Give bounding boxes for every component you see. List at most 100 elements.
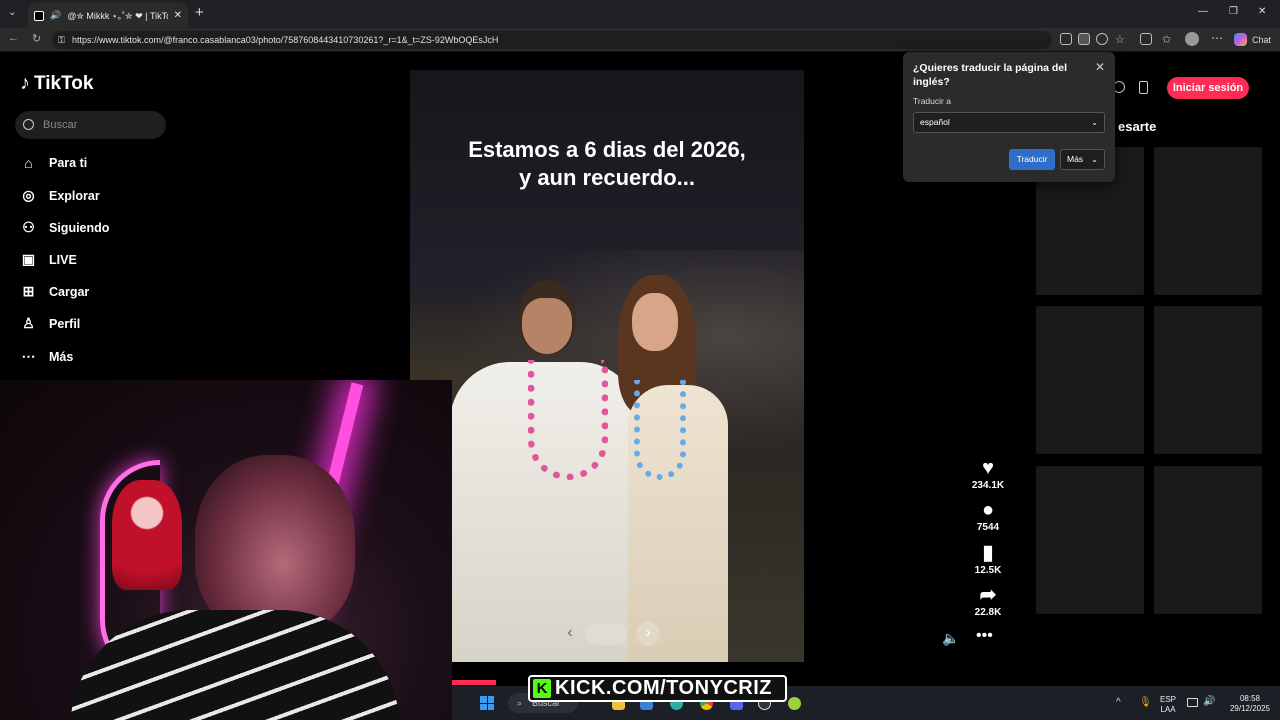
tiktok-logo[interactable]: ♪ TikTok	[20, 72, 93, 95]
logo-text: TikTok	[34, 72, 94, 94]
kick-url: KICK.COM/TONYCRIZ	[555, 677, 773, 699]
volume-icon[interactable]: 🔈	[942, 630, 959, 647]
new-tab-button[interactable]: +	[195, 4, 204, 21]
tray-chevron-icon[interactable]: ^	[1116, 697, 1121, 708]
clock[interactable]: 08:58 29/12/2025	[1226, 694, 1274, 714]
bookmark-count: 12.5K	[974, 565, 1002, 576]
progress-bar	[452, 680, 496, 685]
language-value: español	[920, 117, 950, 127]
search-placeholder: Buscar	[43, 119, 78, 131]
refresh-icon[interactable]: ↻	[32, 32, 41, 45]
comment-button[interactable]: ● 7544	[966, 500, 1010, 533]
more-options-icon[interactable]: •••	[976, 627, 993, 645]
mic-icon[interactable]: 🎙	[1139, 697, 1152, 708]
heart-icon: ♥	[982, 457, 994, 479]
more-icon: ⋯	[21, 348, 36, 364]
close-icon[interactable]: ✕	[1095, 60, 1105, 74]
flower-lei	[528, 360, 608, 480]
language-select[interactable]: español ⌄	[913, 112, 1105, 133]
nav-item-perfil[interactable]: ♙ Perfil	[20, 315, 80, 332]
speaker-icon[interactable]: 🔊	[50, 10, 61, 21]
zoom-icon[interactable]	[1096, 33, 1108, 45]
nav-item-mas[interactable]: ⋯ Más	[20, 348, 74, 365]
flower-lei	[634, 380, 686, 480]
site-info-icon[interactable]: ⚿	[58, 31, 65, 49]
input-language[interactable]: ESP LAA	[1160, 695, 1176, 715]
lang-line-1: ESP	[1160, 695, 1177, 704]
translate-button[interactable]: Traducir	[1009, 149, 1055, 170]
favorite-star-icon[interactable]: ☆	[1115, 33, 1125, 46]
more-label: Más	[1067, 154, 1084, 164]
minimize-button[interactable]: —	[1198, 6, 1208, 17]
nav-item-siguiendo[interactable]: ⚇ Siguiendo	[20, 219, 109, 236]
browser-tab[interactable]: 🔊 @✮ Mikkk ⋆｡˚✮ ❤ | TikTok ✕	[28, 3, 188, 28]
photo-caption: Estamos a 6 dias del 2026, y aun recuerd…	[410, 136, 804, 192]
more-menu-icon[interactable]: ⋯	[1211, 31, 1223, 45]
apps-icon[interactable]	[1060, 33, 1072, 45]
tiktok-favicon-icon	[34, 10, 44, 21]
copilot-icon[interactable]	[1234, 33, 1247, 46]
following-icon: ⚇	[22, 219, 35, 235]
nav-label: Cargar	[49, 284, 90, 299]
tab-list-icon[interactable]: ⌄	[8, 7, 16, 18]
url-field[interactable]: ⚿ https://www.tiktok.com/@franco.casabla…	[52, 31, 1052, 49]
suggested-thumbnail[interactable]	[1036, 306, 1144, 454]
copilot-chat-label[interactable]: Chat	[1252, 35, 1271, 45]
address-bar: ← ↻ ⚿ https://www.tiktok.com/@franco.cas…	[0, 28, 1280, 52]
app-icon[interactable]	[788, 697, 801, 710]
back-icon[interactable]: ←	[8, 32, 19, 44]
phone-icon[interactable]	[1139, 81, 1148, 94]
translate-icon[interactable]	[1078, 33, 1090, 45]
nav-item-live[interactable]: ▣ LIVE	[20, 251, 77, 268]
next-photo-button[interactable]: ›	[636, 622, 660, 646]
prev-photo-button[interactable]: ‹	[558, 622, 582, 646]
caption-line-1: Estamos a 6 dias del 2026,	[468, 137, 746, 162]
close-window-button[interactable]: ✕	[1258, 6, 1266, 17]
close-tab-icon[interactable]: ✕	[174, 10, 182, 21]
url-text: https://www.tiktok.com/@franco.casablanc…	[72, 35, 499, 45]
nav-item-para-ti[interactable]: ⌂ Para ti	[20, 154, 87, 171]
profile-icon: ♙	[22, 315, 35, 331]
login-button[interactable]: Iniciar sesión	[1167, 77, 1249, 99]
windows-start-icon[interactable]	[480, 696, 494, 710]
tiktok-note-icon: ♪	[20, 72, 30, 94]
nav-item-explorar[interactable]: ◎ Explorar	[20, 187, 100, 204]
lang-line-2: LAA	[1160, 705, 1176, 714]
translate-to-label: Traducir a	[913, 96, 951, 106]
search-input[interactable]: Buscar	[15, 111, 166, 139]
like-button[interactable]: ♥ 234.1K	[966, 458, 1010, 491]
share-count: 22.8K	[974, 607, 1002, 618]
tab-bar: ⌄ 🔊 @✮ Mikkk ⋆｡˚✮ ❤ | TikTok ✕ + — ❐ ✕	[0, 0, 1280, 28]
webcam-overlay	[0, 380, 452, 720]
share-button[interactable]: ➦ 22.8K	[966, 585, 1010, 618]
right-panel-title: esarte	[1118, 119, 1157, 134]
more-options-button[interactable]: Más ⌄	[1060, 149, 1105, 170]
nav-label: Más	[49, 349, 74, 364]
extensions-icon[interactable]	[1140, 33, 1152, 45]
clock-time: 08:58	[1239, 694, 1261, 703]
clock-date: 29/12/2025	[1229, 704, 1271, 713]
suggested-thumbnail[interactable]	[1154, 306, 1262, 454]
live-icon: ▣	[21, 251, 36, 267]
nav-label: Para ti	[49, 155, 88, 170]
nav-item-cargar[interactable]: ⊞ Cargar	[20, 283, 90, 300]
restore-button[interactable]: ❐	[1229, 6, 1238, 17]
compass-icon: ◎	[22, 187, 35, 203]
comment-icon: ●	[981, 499, 995, 521]
translate-question: ¿Quieres traducir la página del inglés?	[913, 62, 1068, 88]
like-count: 234.1K	[971, 480, 1005, 491]
nav-label: LIVE	[49, 252, 77, 267]
profile-avatar[interactable]	[1185, 32, 1199, 46]
translate-popup: ¿Quieres traducir la página del inglés? …	[903, 52, 1115, 182]
suggested-thumbnail[interactable]	[1036, 466, 1144, 614]
suggested-thumbnail[interactable]	[1154, 466, 1262, 614]
bookmark-button[interactable]: ▮ 12.5K	[966, 543, 1010, 576]
photo-post[interactable]: Estamos a 6 dias del 2026, y aun recuerd…	[410, 70, 804, 662]
search-icon	[23, 119, 34, 130]
nav-label: Explorar	[49, 188, 100, 203]
santa-figure	[112, 480, 182, 590]
suggested-thumbnail[interactable]	[1154, 147, 1262, 295]
network-icon[interactable]	[1187, 698, 1198, 707]
speaker-tray-icon[interactable]: 🔊	[1203, 696, 1215, 707]
kick-logo-icon: K	[533, 679, 551, 698]
